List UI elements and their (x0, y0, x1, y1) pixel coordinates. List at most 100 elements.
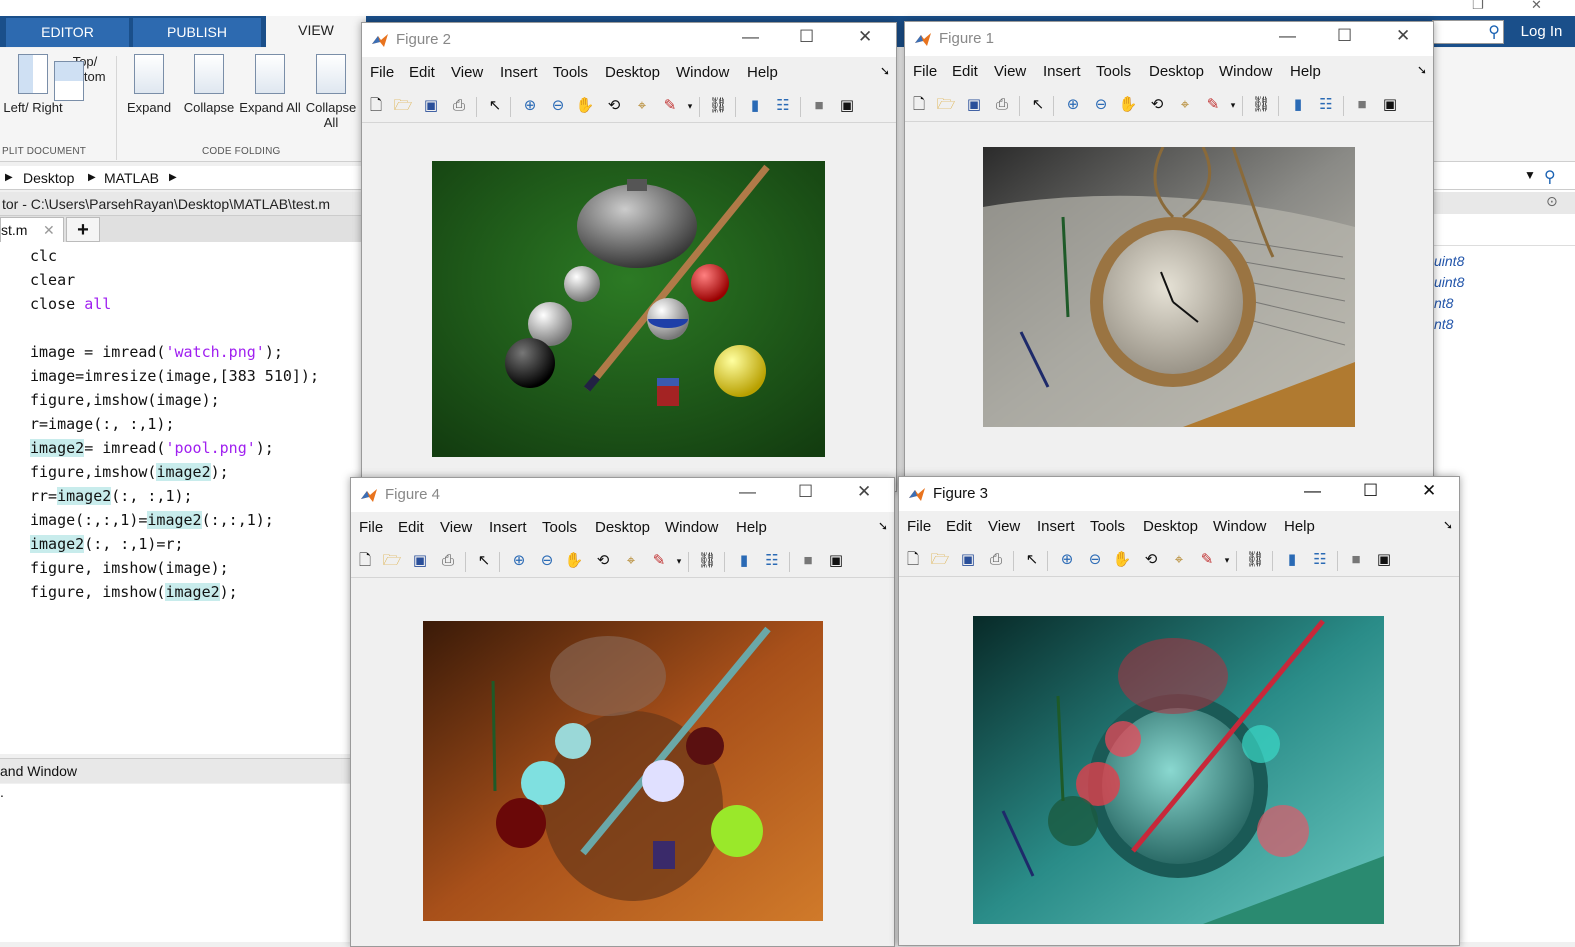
log-in-button[interactable]: Log In (1508, 16, 1575, 47)
open-icon[interactable]: 🗁 (393, 96, 413, 116)
menu-insert[interactable]: Insert (489, 519, 527, 536)
hide-icon[interactable]: ■ (1346, 550, 1366, 570)
brush-dropdown-icon[interactable]: ▾ (669, 551, 689, 571)
collapse-all-button[interactable]: Collapse All (300, 54, 362, 130)
brush-dropdown-icon[interactable]: ▾ (1217, 550, 1237, 570)
close-icon[interactable]: ✕ (858, 27, 872, 47)
brush-icon[interactable]: ✎ (1203, 95, 1223, 115)
dock-arrow-icon[interactable]: ➘ (1443, 518, 1453, 532)
pan-icon[interactable]: ✋ (1118, 95, 1138, 115)
open-icon[interactable]: 🗁 (382, 551, 402, 571)
brush-icon[interactable]: ✎ (660, 96, 680, 116)
menu-view[interactable]: View (988, 518, 1020, 535)
brush-dropdown-icon[interactable]: ▾ (680, 96, 700, 116)
print-icon[interactable]: ⎙ (438, 551, 458, 571)
menu-help[interactable]: Help (1290, 63, 1321, 80)
menu-insert[interactable]: Insert (1037, 518, 1075, 535)
open-icon[interactable]: 🗁 (936, 95, 956, 115)
colorbar-icon[interactable]: ▮ (734, 551, 754, 571)
hide-icon[interactable]: ■ (809, 96, 829, 116)
new-icon[interactable]: 🗋 (366, 96, 386, 116)
hide-icon[interactable]: ■ (798, 551, 818, 571)
command-window[interactable]: . (0, 784, 362, 942)
zoom-out-icon[interactable]: ⊖ (1091, 95, 1111, 115)
crumb-arrow-icon[interactable]: ▶ (5, 166, 13, 190)
menu-file[interactable]: File (359, 519, 383, 536)
new-icon[interactable]: 🗋 (909, 95, 929, 115)
minimize-icon[interactable]: — (739, 482, 756, 502)
menu-desktop[interactable]: Desktop (1143, 518, 1198, 535)
data-cursor-icon[interactable]: ⌖ (621, 551, 641, 571)
figure-window-3[interactable]: Figure 3 — ☐ ✕ File Edit View Insert Too… (898, 476, 1460, 946)
legend-icon[interactable]: ☷ (1316, 95, 1336, 115)
legend-icon[interactable]: ☷ (762, 551, 782, 571)
crumb-desktop[interactable]: Desktop (23, 166, 74, 190)
new-tab-button[interactable]: + (66, 217, 100, 242)
menu-view[interactable]: View (440, 519, 472, 536)
figure-window-1[interactable]: Figure 1 — ☐ ✕ File Edit View Insert Too… (904, 21, 1434, 491)
minimize-icon[interactable]: — (1279, 26, 1296, 46)
menu-view[interactable]: View (451, 64, 483, 81)
close-icon[interactable]: ✕ (1531, 0, 1542, 13)
print-icon[interactable]: ⎙ (986, 550, 1006, 570)
figure-title-bar[interactable]: Figure 4 — ☐ ✕ (351, 478, 894, 512)
file-tab-test-m[interactable]: st.m ✕ (0, 217, 64, 242)
figure-window-4[interactable]: Figure 4 — ☐ ✕ File Edit View Insert Too… (350, 477, 895, 947)
pointer-icon[interactable]: ↖ (1022, 550, 1042, 570)
print-icon[interactable]: ⎙ (449, 96, 469, 116)
menu-file[interactable]: File (370, 64, 394, 81)
figure-title-bar[interactable]: Figure 2 — ☐ ✕ (362, 23, 896, 57)
pointer-icon[interactable]: ↖ (474, 551, 494, 571)
crumb-arrow-icon[interactable]: ▶ (169, 166, 177, 190)
dock-icon[interactable]: ▣ (1374, 550, 1394, 570)
colorbar-icon[interactable]: ▮ (745, 96, 765, 116)
menu-edit[interactable]: Edit (946, 518, 972, 535)
menu-window[interactable]: Window (1219, 63, 1272, 80)
dock-arrow-icon[interactable]: ➘ (1417, 63, 1427, 77)
brush-dropdown-icon[interactable]: ▾ (1223, 95, 1243, 115)
zoom-out-icon[interactable]: ⊖ (1085, 550, 1105, 570)
tab-editor[interactable]: EDITOR (6, 18, 129, 47)
menu-insert[interactable]: Insert (500, 64, 538, 81)
close-icon[interactable]: ✕ (857, 482, 871, 502)
zoom-in-icon[interactable]: ⊕ (509, 551, 529, 571)
minimize-icon[interactable]: — (742, 27, 759, 47)
rotate-icon[interactable]: ⟲ (1147, 95, 1167, 115)
panel-options-icon[interactable]: ⊙ (1546, 193, 1558, 210)
pan-icon[interactable]: ✋ (564, 551, 584, 571)
colorbar-icon[interactable]: ▮ (1282, 550, 1302, 570)
crumb-arrow-icon[interactable]: ▶ (88, 166, 96, 190)
menu-window[interactable]: Window (665, 519, 718, 536)
save-icon[interactable]: ▣ (421, 96, 441, 116)
tab-publish[interactable]: PUBLISH (133, 18, 261, 47)
menu-tools[interactable]: Tools (1096, 63, 1131, 80)
data-cursor-icon[interactable]: ⌖ (632, 96, 652, 116)
menu-window[interactable]: Window (676, 64, 729, 81)
rotate-icon[interactable]: ⟲ (604, 96, 624, 116)
code-editor[interactable]: clc clear close all image = imread('watc… (0, 242, 362, 754)
brush-icon[interactable]: ✎ (649, 551, 669, 571)
dropdown-arrow-icon[interactable]: ▼ (1524, 168, 1536, 182)
crumb-matlab[interactable]: MATLAB (104, 166, 159, 190)
new-icon[interactable]: 🗋 (903, 550, 923, 570)
dock-icon[interactable]: ▣ (837, 96, 857, 116)
figure-title-bar[interactable]: Figure 3 — ☐ ✕ (899, 477, 1459, 511)
maximize-icon[interactable]: ☐ (798, 482, 813, 502)
menu-help[interactable]: Help (747, 64, 778, 81)
colorbar-icon[interactable]: ▮ (1288, 95, 1308, 115)
menu-desktop[interactable]: Desktop (605, 64, 660, 81)
menu-file[interactable]: File (907, 518, 931, 535)
maximize-icon[interactable]: ☐ (1337, 26, 1352, 46)
link-icon[interactable]: ⛓ (1245, 550, 1265, 570)
figure-window-2[interactable]: Figure 2 — ☐ ✕ File Edit View Insert Too… (361, 22, 897, 492)
search-icon[interactable]: ⚲ (1544, 167, 1556, 187)
menu-desktop[interactable]: Desktop (1149, 63, 1204, 80)
dock-icon[interactable]: ▣ (826, 551, 846, 571)
pan-icon[interactable]: ✋ (1112, 550, 1132, 570)
close-tab-icon[interactable]: ✕ (43, 218, 55, 242)
menu-tools[interactable]: Tools (542, 519, 577, 536)
folder-search-bar[interactable]: ▼ ⚲ (1432, 166, 1575, 190)
open-icon[interactable]: 🗁 (930, 550, 950, 570)
expand-button[interactable]: Expand (118, 54, 180, 115)
legend-icon[interactable]: ☷ (1310, 550, 1330, 570)
